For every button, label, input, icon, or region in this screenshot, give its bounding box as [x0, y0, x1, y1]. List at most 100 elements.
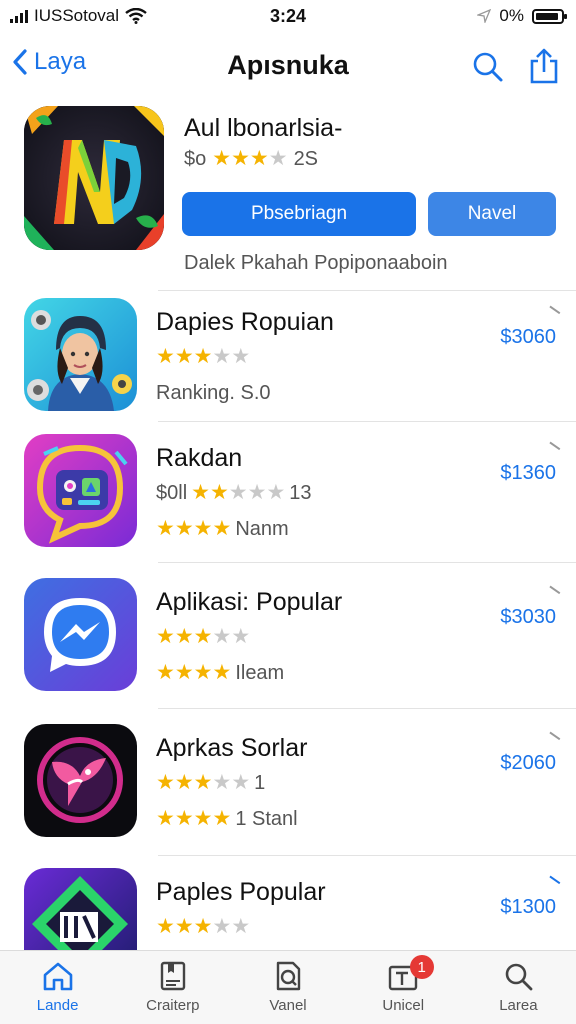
- divider: [158, 855, 576, 856]
- location-icon: [477, 9, 492, 23]
- app-subtitle: ★★★★ 1 Stanl: [156, 808, 298, 831]
- star-empty-icon: ★: [212, 915, 232, 938]
- app-price[interactable]: $2060: [500, 752, 556, 775]
- navigation-bar: Laya Apısnuka: [0, 40, 576, 96]
- chevron-icon: [543, 731, 561, 749]
- star-filled-icon: ★: [156, 517, 175, 540]
- search-icon[interactable]: [472, 48, 504, 84]
- featured-meta-prefix: $o: [184, 148, 207, 170]
- divider: [158, 708, 576, 709]
- star-filled-icon: ★: [174, 517, 194, 540]
- app-subtitle: ★★★★ Ileam: [156, 662, 284, 685]
- app-rating: $0ll ★★★★★ 13: [156, 482, 312, 505]
- star-filled-icon: ★: [193, 345, 213, 368]
- app-icon-shield: [24, 868, 137, 950]
- tab-bar: Lande Craiterp Vanel 1 Unicel Larea: [0, 950, 576, 1024]
- app-price[interactable]: $1300: [500, 896, 556, 919]
- rating-count: 13: [289, 482, 312, 504]
- star-filled-icon: ★: [193, 517, 213, 540]
- app-name: Dapies Ropuian: [156, 308, 334, 336]
- app-name: Paples Popular: [156, 878, 326, 906]
- star-filled-icon: ★: [231, 147, 250, 170]
- star-filled-icon: ★: [174, 915, 194, 938]
- star-filled-icon: ★: [212, 147, 232, 170]
- subtitle-text: 1 Stanl: [235, 808, 298, 830]
- share-icon[interactable]: [528, 48, 560, 84]
- search-icon: [506, 963, 533, 991]
- app-row[interactable]: Rakdan $0ll ★★★★★ 13 ★★★★ Nanm $1360: [24, 434, 576, 554]
- tab-catalog[interactable]: Craiterp: [115, 951, 230, 1024]
- divider: [158, 290, 576, 291]
- star-filled-icon: ★: [174, 771, 194, 794]
- star-empty-icon: ★: [231, 771, 251, 794]
- star-filled-icon: ★: [193, 807, 213, 830]
- featured-rating: ★★★★: [212, 148, 287, 171]
- featured-app: Aul lbonarlsia- $o ★★★★ 2S Pbsebriagn Na…: [24, 106, 564, 281]
- star-filled-icon: ★: [193, 771, 213, 794]
- rating-stars: ★★★★★: [156, 346, 250, 369]
- app-price[interactable]: $3030: [500, 606, 556, 629]
- star-filled-icon: ★: [156, 807, 175, 830]
- divider: [158, 421, 576, 422]
- app-row[interactable]: Aprkas Sorlar ★★★★★ 1 ★★★★ 1 Stanl $2060: [24, 724, 576, 844]
- star-filled-icon: ★: [174, 661, 194, 684]
- subtitle-text: Nanm: [235, 518, 289, 540]
- tab-home[interactable]: Lande: [0, 951, 115, 1024]
- tab-search-doc[interactable]: Vanel: [230, 951, 345, 1024]
- app-name: Rakdan: [156, 444, 243, 472]
- app-subtitle: Ranking. S.0: [156, 382, 271, 404]
- secondary-action-button[interactable]: Navel: [428, 192, 556, 236]
- app-row[interactable]: Dapies Ropuian ★★★★★ Ranking. S.0 $3060: [24, 298, 576, 418]
- tab-label: Unicel: [382, 997, 425, 1014]
- app-icon-bird: [24, 724, 137, 837]
- tab-label: Larea: [499, 997, 538, 1014]
- app-rating: ★★★★★ 1: [156, 772, 265, 795]
- secondary-stars: ★★★★: [156, 808, 231, 831]
- star-filled-icon: ★: [174, 345, 194, 368]
- star-filled-icon: ★: [193, 661, 213, 684]
- star-empty-icon: ★: [247, 481, 267, 504]
- battery-icon: [532, 8, 567, 24]
- app-price[interactable]: $3060: [500, 326, 556, 349]
- star-empty-icon: ★: [266, 481, 286, 504]
- star-empty-icon: ★: [212, 625, 232, 648]
- featured-app-meta: $o ★★★★ 2S: [184, 148, 318, 171]
- app-rating: ★★★★★: [156, 626, 250, 649]
- star-filled-icon: ★: [156, 771, 175, 794]
- home-icon: [43, 962, 72, 991]
- app-icon-avatar: [24, 298, 137, 411]
- star-filled-icon: ★: [193, 625, 213, 648]
- star-empty-icon: ★: [268, 147, 288, 170]
- secondary-stars: ★★★★: [156, 662, 231, 685]
- featured-app-icon[interactable]: [24, 106, 164, 250]
- status-right: 0%: [477, 6, 567, 26]
- tab-label: Vanel: [269, 997, 307, 1014]
- nav-actions: [472, 48, 560, 84]
- star-filled-icon: ★: [209, 481, 229, 504]
- app-price[interactable]: $1360: [500, 462, 556, 485]
- battery-percent: 0%: [499, 6, 524, 25]
- primary-action-button[interactable]: Pbsebriagn: [182, 192, 416, 236]
- app-subtitle: ★★★★ Nanm: [156, 518, 289, 541]
- star-filled-icon: ★: [249, 147, 269, 170]
- featured-app-title: Aul lbonarlsia-: [184, 114, 343, 142]
- tab-updates[interactable]: 1 Unicel: [346, 951, 461, 1024]
- star-filled-icon: ★: [156, 625, 175, 648]
- rating-stars: ★★★★★: [156, 772, 250, 795]
- rating-stars: ★★★★★: [156, 626, 250, 649]
- secondary-stars: ★★★★: [156, 518, 231, 541]
- app-name: Aplikasi: Popular: [156, 588, 343, 616]
- featured-rating-count: 2S: [293, 148, 319, 170]
- chevron-icon: [543, 585, 561, 603]
- app-row[interactable]: Aplikasi: Popular ★★★★★ ★★★★ Ileam $3030: [24, 578, 576, 698]
- subtitle-text: Ileam: [235, 662, 285, 684]
- star-filled-icon: ★: [156, 345, 175, 368]
- star-filled-icon: ★: [212, 517, 232, 540]
- star-filled-icon: ★: [212, 661, 232, 684]
- star-empty-icon: ★: [212, 345, 232, 368]
- star-empty-icon: ★: [212, 771, 232, 794]
- tab-search[interactable]: Larea: [461, 951, 576, 1024]
- star-filled-icon: ★: [156, 661, 175, 684]
- notification-badge: 1: [409, 955, 434, 979]
- search-doc-icon: [276, 961, 301, 991]
